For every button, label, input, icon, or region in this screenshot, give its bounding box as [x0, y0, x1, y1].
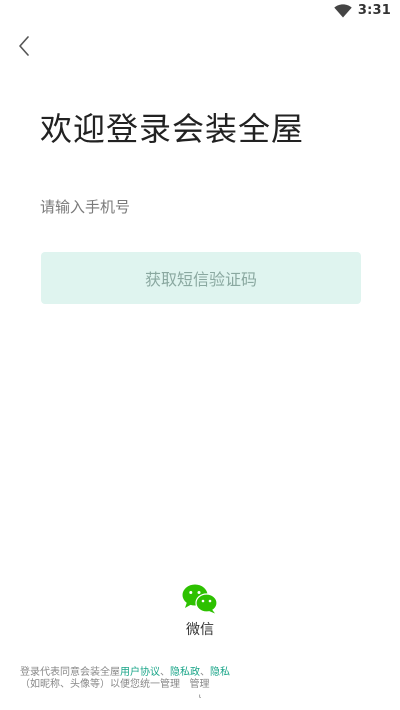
agreement-line-2: （如昵称、头像等）以便您统一管理 管理: [20, 679, 260, 691]
wifi-icon: [334, 3, 352, 18]
agreement-text: 登录代表同意会装全屋用户协议、隐私政、隐私 （如昵称、头像等）以便您统一管理 管…: [20, 667, 260, 691]
phone-input[interactable]: [40, 192, 360, 222]
wechat-login-button[interactable]: 微信: [170, 584, 230, 642]
privacy-policy-link[interactable]: 隐私政: [170, 667, 200, 678]
agreement-line-1: 登录代表同意会装全屋用户协议、隐私政、隐私: [20, 667, 260, 679]
welcome-title: 欢迎登录会装全屋: [40, 110, 305, 148]
decorative-mark: ι: [199, 693, 202, 700]
agreement-line-2-text: （如昵称、头像等）以便您统一管理: [20, 679, 180, 690]
get-sms-code-button[interactable]: 获取短信验证码: [41, 252, 361, 304]
agreement-separator: 、: [160, 667, 170, 678]
status-time: 3:31: [357, 3, 391, 18]
login-screen: 3:31 欢迎登录会装全屋 获取短信验证码 微信 登录代表同意会装全屋用户协议、…: [0, 0, 400, 710]
back-button[interactable]: [12, 33, 36, 59]
status-right: 3:31: [334, 3, 391, 18]
wechat-icon: [182, 584, 218, 614]
privacy-link[interactable]: 隐私: [210, 667, 230, 678]
agreement-line-2-tail: 管理: [189, 679, 210, 690]
wechat-label: 微信: [186, 622, 214, 638]
agreement-separator: 、: [200, 667, 210, 678]
user-agreement-link[interactable]: 用户协议: [120, 667, 160, 678]
status-bar: 3:31: [0, 0, 400, 24]
agreement-prefix: 登录代表同意会装全屋: [20, 667, 120, 678]
chevron-left-icon: [19, 36, 29, 56]
